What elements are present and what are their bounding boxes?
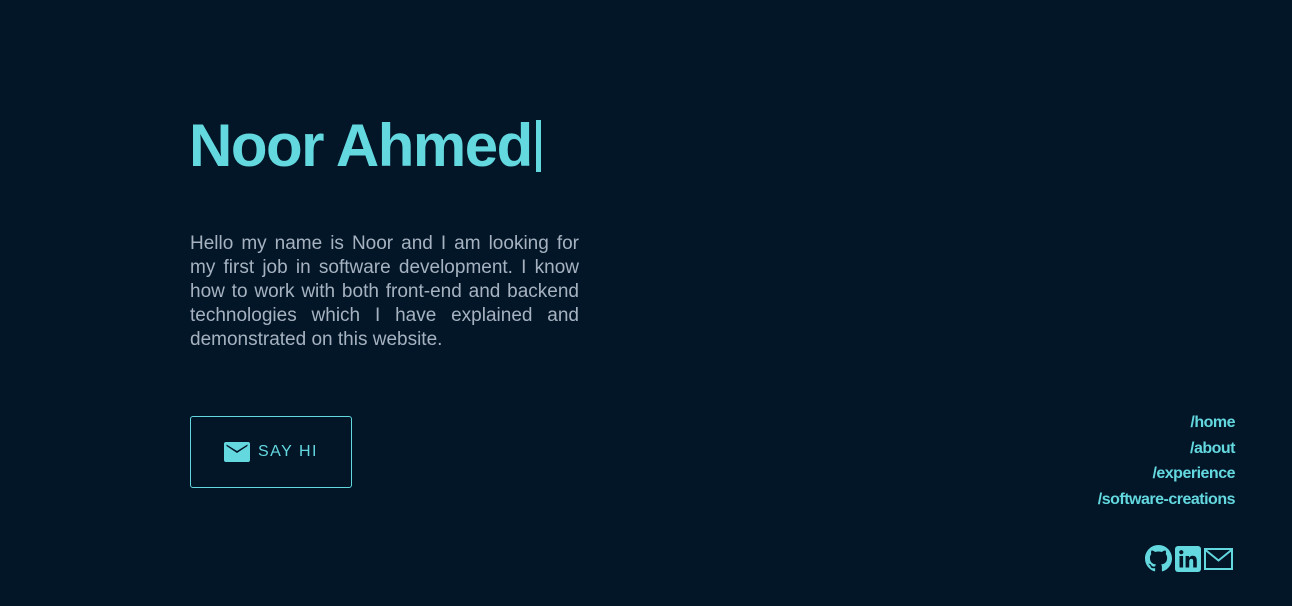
nav-link-experience[interactable]: /experience <box>1152 461 1235 487</box>
intro-text: Hello my name is Noor and I am looking f… <box>190 233 579 350</box>
mail-icon[interactable] <box>1204 547 1233 570</box>
say-hi-label: SAY HI <box>258 443 318 460</box>
typing-cursor <box>535 120 541 172</box>
nav-link-software-creations[interactable]: /software-creations <box>1098 487 1236 513</box>
side-nav: /home /about /experience /software-creat… <box>1098 410 1236 513</box>
nav-link-home[interactable]: /home <box>1190 410 1235 436</box>
linkedin-icon[interactable] <box>1175 545 1201 572</box>
say-hi-button[interactable]: SAY HI <box>190 416 352 488</box>
hero-name-text: Noor Ahmed <box>189 112 533 179</box>
envelope-icon <box>224 441 250 463</box>
social-links <box>1145 545 1233 572</box>
nav-link-about[interactable]: /about <box>1190 436 1236 462</box>
github-icon[interactable] <box>1145 545 1172 572</box>
hero-name: Noor Ahmed <box>189 108 541 184</box>
